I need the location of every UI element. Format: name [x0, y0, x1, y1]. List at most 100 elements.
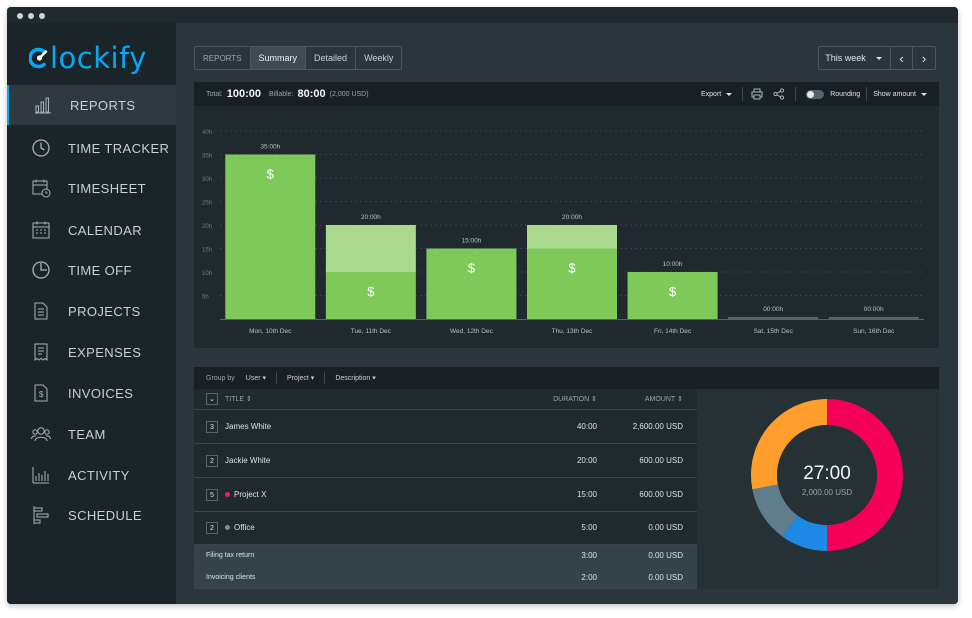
y-tick-label: 10h	[202, 271, 212, 277]
sidebar-item-timesheet[interactable]: TIMESHEET	[7, 168, 176, 208]
total-label: Total:	[206, 90, 223, 98]
billable-value: 80:00	[297, 88, 326, 100]
sidebar-item-time-tracker[interactable]: TIME TRACKER	[7, 128, 176, 168]
summary-table-panel: Group by User ▾ Project ▾ Description ▾ …	[194, 367, 939, 589]
row-count-badge[interactable]: 2	[206, 455, 218, 467]
sidebar-item-invoices[interactable]: $ INVOICES	[7, 373, 176, 413]
prev-week-button[interactable]: ‹	[891, 47, 913, 69]
timesheet-icon	[32, 179, 51, 198]
rounding-toggle[interactable]	[806, 89, 825, 99]
x-tick-label: Mon, 10th Dec	[249, 328, 292, 335]
y-tick-label: 25h	[202, 201, 212, 207]
row-title: Jackie White	[225, 456, 271, 465]
subrow-title: Invoicing clients	[206, 574, 256, 581]
group-by-user-dropdown[interactable]: User ▾	[246, 374, 266, 382]
chevron-down-icon	[726, 93, 733, 96]
donut-chart-area: 27:00 2,000.00 USD	[697, 389, 939, 589]
donut-chart: 27:00 2,000.00 USD	[751, 399, 903, 551]
export-dropdown[interactable]: Export	[701, 91, 721, 98]
group-by-project-dropdown[interactable]: Project ▾	[287, 374, 314, 382]
svg-text:$: $	[39, 390, 44, 399]
subrow-duration: 2:00	[581, 573, 597, 582]
bar-chart-icon	[35, 97, 51, 114]
document-icon	[34, 302, 48, 320]
caret-down-icon: ▾	[372, 375, 376, 382]
tab-detailed[interactable]: Detailed	[306, 47, 357, 69]
row-title: Office	[234, 523, 255, 532]
sidebar-item-time-off[interactable]: TIME OFF	[7, 250, 176, 290]
sidebar-item-label: TIME TRACKER	[68, 140, 170, 156]
bar-segment[interactable]	[527, 248, 617, 320]
window-dot[interactable]	[17, 13, 23, 19]
y-tick-label: 15h	[202, 248, 212, 254]
sidebar-item-label: INVOICES	[68, 385, 134, 401]
date-range-dropdown[interactable]: This week	[819, 47, 891, 69]
bar-segment[interactable]	[325, 225, 416, 272]
title-column-header[interactable]: TITLE ⇕	[225, 389, 252, 409]
subrow-amount: 0.00 USD	[648, 551, 683, 560]
row-count-badge[interactable]: 5	[206, 489, 218, 501]
row-count-badge[interactable]: 2	[206, 522, 218, 534]
print-icon[interactable]	[751, 88, 763, 100]
sidebar-item-reports[interactable]: REPORTS	[7, 85, 176, 125]
clockify-logo[interactable]: lockify	[29, 41, 147, 75]
summary-header: Total: 100:00 Billable: 80:00 (2,000 USD…	[194, 82, 939, 106]
sort-icon: ⇕	[677, 396, 683, 403]
group-by-description-dropdown[interactable]: Description ▾	[335, 374, 375, 382]
table-row[interactable]: 2 Office 5:00 0.00 USD	[194, 511, 697, 545]
title-bar	[7, 7, 958, 23]
donut-center-value: 27:00	[803, 463, 851, 484]
x-tick-label: Sat, 15th Dec	[753, 328, 793, 335]
table-row[interactable]: 5 Project X 15:00 600.00 USD	[194, 478, 697, 512]
next-week-button[interactable]: ›	[913, 47, 935, 69]
calendar-icon	[32, 221, 50, 239]
amount-column-label: AMOUNT	[644, 395, 676, 403]
table-row[interactable]: 3 James White 40:00 2,600.00 USD	[194, 410, 697, 444]
sidebar-item-label: SCHEDULE	[68, 507, 142, 523]
group-by-user-label: User	[245, 375, 261, 382]
tab-summary[interactable]: Summary	[250, 47, 307, 69]
tab-weekly[interactable]: Weekly	[356, 47, 401, 69]
schedule-icon	[33, 506, 49, 524]
table-header: ⌄ TITLE ⇕ DURATION ⇕ AMOUNT ⇕	[194, 389, 697, 410]
chart-panel: Total: 100:00 Billable: 80:00 (2,000 USD…	[194, 82, 939, 348]
table-subrow[interactable]: Filing tax return 3:00 0.00 USD	[194, 545, 697, 567]
table-subrow[interactable]: Invoicing clients 2:00 0.00 USD	[194, 567, 697, 589]
divider	[866, 87, 868, 101]
sidebar-item-calendar[interactable]: CALENDAR	[7, 210, 176, 250]
expand-all-toggle[interactable]: ⌄	[206, 393, 218, 405]
sidebar-item-expenses[interactable]: EXPENSES	[7, 332, 176, 372]
duration-column-label: DURATION	[553, 395, 590, 403]
billable-dollar-icon: $	[468, 261, 476, 276]
row-duration: 40:00	[576, 422, 597, 431]
row-amount: 0.00 USD	[648, 523, 683, 532]
sidebar-item-label: CALENDAR	[68, 222, 142, 238]
chevron-down-icon	[875, 57, 882, 60]
sidebar-item-schedule[interactable]: SCHEDULE	[7, 495, 176, 535]
amount-column-header[interactable]: AMOUNT ⇕	[645, 389, 683, 409]
window-dot[interactable]	[39, 13, 45, 19]
bar-segment[interactable]	[527, 225, 617, 249]
row-count-badge[interactable]: 3	[206, 421, 218, 433]
bar-segment[interactable]	[426, 248, 517, 320]
bar-total-label: 00:00h	[763, 306, 783, 313]
date-range-label: This week	[825, 53, 866, 63]
row-title: James White	[225, 422, 272, 431]
divider	[276, 372, 278, 384]
group-by-bar: Group by User ▾ Project ▾ Description ▾	[194, 367, 939, 389]
duration-column-header[interactable]: DURATION ⇕	[553, 389, 597, 409]
show-amount-dropdown[interactable]: Show amount	[873, 91, 916, 98]
share-icon[interactable]	[773, 88, 785, 100]
window-dot[interactable]	[28, 13, 34, 19]
bar-segment[interactable]	[828, 317, 919, 319]
bar-total-label: 35:00h	[260, 144, 280, 151]
divider	[795, 87, 797, 101]
sidebar-item-team[interactable]: TEAM	[7, 414, 176, 454]
sidebar-item-activity[interactable]: ACTIVITY	[7, 455, 176, 495]
sidebar-item-projects[interactable]: PROJECTS	[7, 291, 176, 331]
table-row[interactable]: 2 Jackie White 20:00 600.00 USD	[194, 444, 697, 478]
bar-segment[interactable]	[728, 317, 819, 319]
row-amount: 600.00 USD	[639, 456, 683, 465]
main-content: REPORTS Summary Detailed Weekly This wee…	[176, 23, 958, 604]
sort-icon: ⇕	[246, 396, 252, 403]
